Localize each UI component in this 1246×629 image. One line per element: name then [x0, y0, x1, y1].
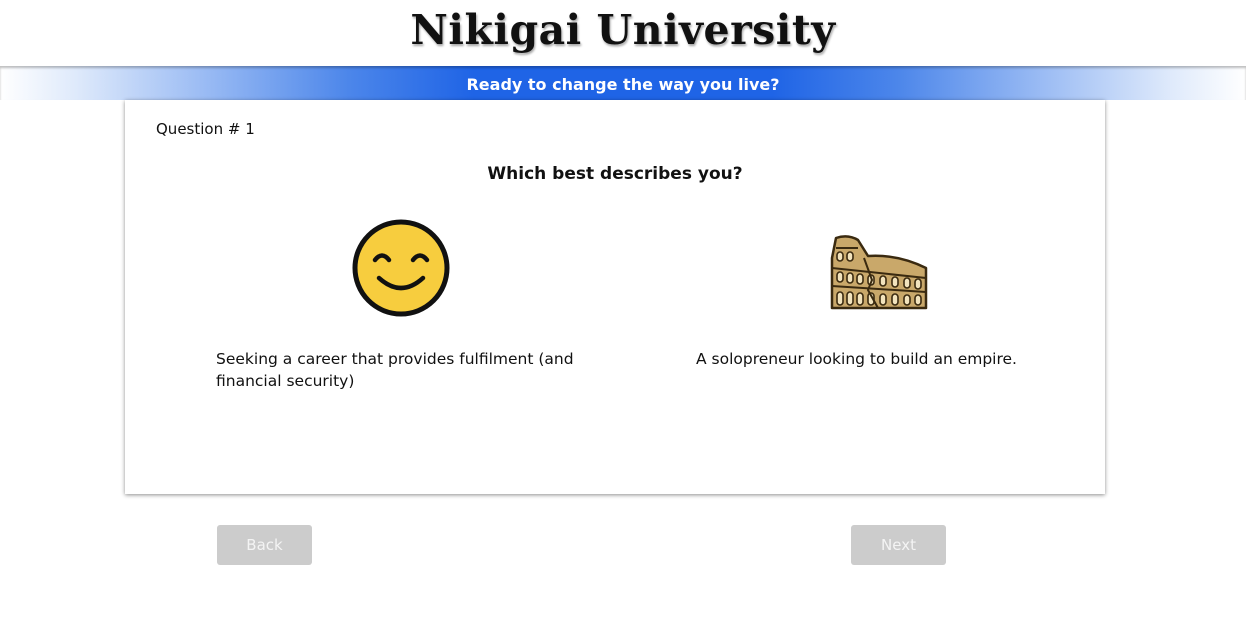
question-number: Question # 1 [156, 120, 255, 138]
site-title: Nikigai University [410, 6, 836, 54]
answer-option-label: Seeking a career that provides fulfilmen… [216, 350, 574, 390]
question-text: Which best describes you? [487, 164, 743, 184]
back-button[interactable]: Back [217, 525, 312, 565]
next-button[interactable]: Next [851, 525, 946, 565]
site-header: Nikigai University [0, 0, 1246, 66]
answer-option-label: A solopreneur looking to build an empire… [696, 350, 1017, 368]
tagline-banner: Ready to change the way you live? [0, 66, 1246, 100]
colosseum-icon [830, 235, 928, 310]
answer-option-solopreneur[interactable]: A solopreneur looking to build an empire… [696, 218, 1086, 398]
banner-text: Ready to change the way you live? [466, 75, 780, 94]
question-card: Question # 1 Which best describes you? S… [125, 100, 1105, 494]
smiling-face-icon [352, 219, 450, 317]
answer-option-career[interactable]: Seeking a career that provides fulfilmen… [216, 218, 606, 398]
